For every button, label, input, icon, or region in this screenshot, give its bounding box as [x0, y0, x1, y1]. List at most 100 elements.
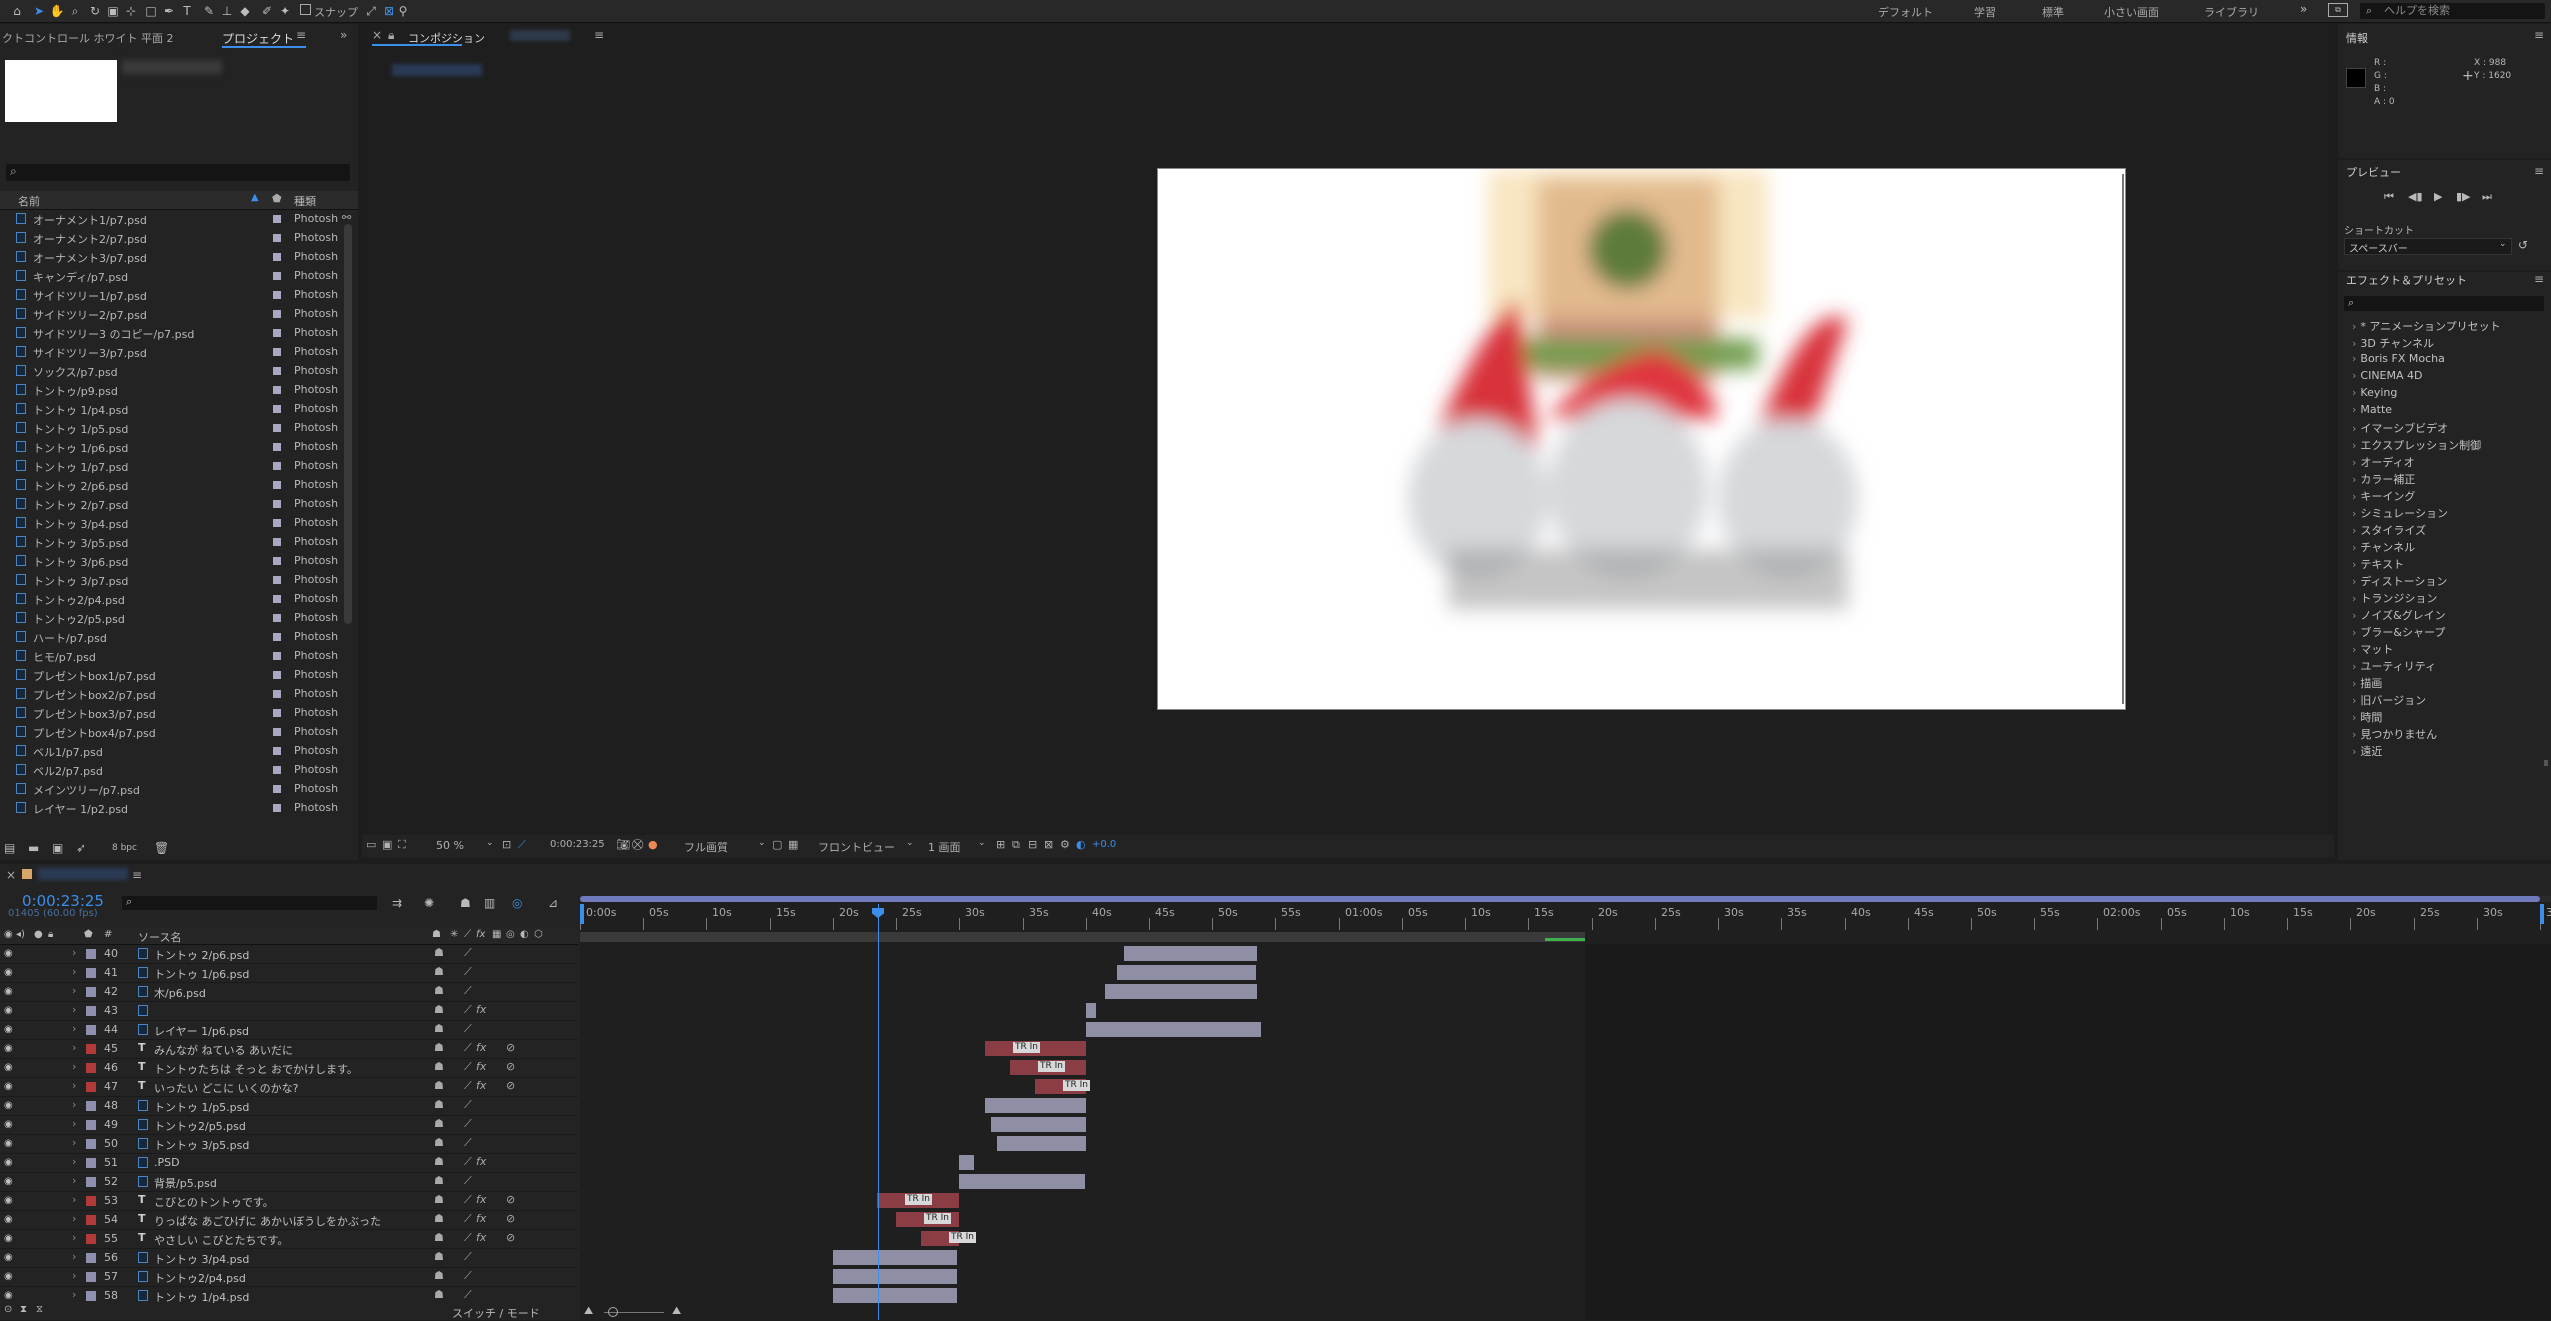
layer-label-swatch[interactable]	[86, 1044, 96, 1054]
mask-visibility-icon[interactable]: ⟋	[518, 838, 526, 852]
layer-label-swatch[interactable]	[86, 1196, 96, 1206]
motion-blur-icon[interactable]: ◎	[512, 896, 522, 910]
project-item[interactable]: サイドツリー2/p7.psd Photosh	[0, 304, 344, 323]
shy-switch-icon[interactable]: ☗	[434, 1041, 444, 1054]
effect-category[interactable]: › イマーシブビデオ	[2352, 420, 2448, 436]
text-animator-tag[interactable]: TR In	[1013, 1042, 1040, 1053]
project-item[interactable]: プレゼントbox3/p7.psd Photosh	[0, 703, 344, 722]
layer-name[interactable]: いったい どこに いくのかな?	[154, 1080, 299, 1096]
chevron-right-icon[interactable]: ›	[72, 1155, 76, 1168]
timeline-icon[interactable]: ⊟	[1028, 838, 1037, 851]
label-tag-icon[interactable]: ⬟	[272, 192, 282, 205]
fx-icon[interactable]: fx	[476, 1041, 486, 1054]
current-time-indicator[interactable]	[878, 904, 879, 1320]
quality-switch-icon[interactable]: ⟋	[464, 1155, 472, 1169]
view-select[interactable]: フロントビュー	[818, 839, 895, 855]
anchor-tool-icon[interactable]: ⊹	[122, 2, 140, 20]
draft-3d-icon[interactable]: ✺	[424, 896, 434, 910]
layer-row[interactable]: ◉ › 42 木/p6.psd ☗ ⟋	[0, 982, 578, 1002]
layer-name[interactable]: トントゥ2/p4.psd	[154, 1270, 246, 1286]
layer-row[interactable]: ◉ › 58 トントゥ 1/p4.psd ☗ ⟋	[0, 1286, 578, 1304]
project-item[interactable]: オーナメント1/p7.psd Photosh	[0, 209, 344, 228]
eye-icon[interactable]: ◉	[4, 1290, 13, 1301]
layer-name[interactable]: トントゥ 3/p4.psd	[154, 1251, 249, 1267]
frame-blend-switch-icon[interactable]: ▦	[492, 929, 501, 940]
snapshot-icon[interactable]: 📷︎	[616, 838, 630, 851]
chevron-right-icon[interactable]: ›	[72, 965, 76, 978]
exposure-icon[interactable]: ◐	[1076, 838, 1086, 851]
project-item[interactable]: オーナメント2/p7.psd Photosh	[0, 228, 344, 247]
shy-switch-icon[interactable]: ☗	[434, 1003, 444, 1016]
project-item[interactable]: ヒモ/p7.psd Photosh	[0, 646, 344, 665]
chevron-right-icon[interactable]: ›	[72, 1079, 76, 1092]
reset-icon[interactable]: ↺	[2518, 238, 2528, 252]
shy-switch-icon[interactable]: ☗	[434, 1212, 444, 1225]
effect-category[interactable]: › Matte	[2352, 403, 2392, 416]
project-item[interactable]: トントゥ2/p4.psd Photosh	[0, 589, 344, 608]
layer-row[interactable]: ◉ › 41 トントゥ 1/p6.psd ☗ ⟋	[0, 963, 578, 983]
quality-switch-icon[interactable]: ⟋	[464, 1022, 472, 1036]
eye-icon[interactable]: ◉	[4, 1005, 13, 1016]
eye-icon[interactable]: ◉	[4, 1062, 13, 1073]
chevron-right-icon[interactable]: ›	[72, 1231, 76, 1244]
shy-switch-icon[interactable]: ☗	[434, 1288, 444, 1301]
shy-icon[interactable]: ☗	[460, 896, 471, 910]
fx-icon[interactable]: fx	[476, 1060, 486, 1073]
views-layout-select[interactable]: 1 画面	[928, 839, 961, 855]
layer-row[interactable]: ◉ › 44 レイヤー 1/p6.psd ☗ ⟋	[0, 1020, 578, 1040]
puppet-pin-icon[interactable]: ✦	[276, 2, 294, 20]
zoom-out-icon[interactable]: ⛰	[584, 1304, 593, 1318]
work-area-start-handle[interactable]	[580, 904, 584, 924]
project-item[interactable]: ベル2/p7.psd Photosh	[0, 760, 344, 779]
effect-category[interactable]: › ディストーション	[2352, 573, 2447, 589]
quality-switch-icon[interactable]: ⟋	[464, 1212, 472, 1226]
quality-switch-icon[interactable]: ⟋	[464, 1231, 472, 1245]
workspace-learn[interactable]: 学習	[1974, 4, 1996, 20]
fx-icon[interactable]: fx	[476, 1212, 486, 1225]
layer-duration-bar[interactable]	[1105, 984, 1257, 999]
panel-menu-icon[interactable]: ≡	[2534, 272, 2544, 286]
snap-grid-icon[interactable]: ⊠	[380, 2, 398, 20]
eye-icon[interactable]: ◉	[4, 967, 13, 978]
quality-switch-icon[interactable]: ⟋	[464, 984, 472, 998]
rotate-tool-icon[interactable]: ↻	[86, 2, 104, 20]
layer-name[interactable]: トントゥ 2/p6.psd	[154, 947, 249, 963]
project-item[interactable]: メインツリー/p7.psd Photosh	[0, 779, 344, 798]
play-icon[interactable]: ▶	[2434, 190, 2442, 203]
effect-category[interactable]: › キーイング	[2352, 488, 2415, 504]
fx-icon[interactable]: fx	[476, 1003, 486, 1016]
vr-icon[interactable]: ⛶	[398, 838, 406, 852]
video-switch-icon[interactable]: ◉	[4, 929, 13, 940]
layer-duration-bar[interactable]	[985, 1098, 1086, 1113]
clone-stamp-icon[interactable]: ⊥	[218, 2, 236, 20]
name-column-header[interactable]: 名前	[18, 193, 40, 209]
project-search-input[interactable]: ⌕	[6, 164, 350, 181]
close-tab-icon[interactable]: ×	[372, 28, 382, 42]
effects-search-input[interactable]: ⌕	[2344, 296, 2544, 311]
stretch-icon[interactable]: ⧖	[36, 1304, 43, 1315]
eye-icon[interactable]: ◉	[4, 986, 13, 997]
project-scrollbar[interactable]	[344, 224, 352, 624]
layer-name[interactable]: こびとのトントゥです。	[154, 1194, 274, 1210]
project-item[interactable]: トントゥ 3/p7.psd Photosh	[0, 570, 344, 589]
panel-menu-icon[interactable]: ≡	[2534, 164, 2544, 178]
snap-options-icon[interactable]: ⤢	[362, 2, 380, 20]
shy-switch-icon[interactable]: ☗	[432, 929, 441, 940]
timeline-search-input[interactable]: ⌕	[122, 895, 377, 910]
viewer-timecode[interactable]: 0:00:23:25	[550, 839, 605, 850]
project-item[interactable]: トントゥ2/p5.psd Photosh	[0, 608, 344, 627]
layer-label-swatch[interactable]	[86, 968, 96, 978]
zoom-in-icon[interactable]: ⛰	[672, 1304, 681, 1318]
project-item[interactable]: サイドツリー1/p7.psd Photosh	[0, 285, 344, 304]
layer-label-swatch[interactable]	[86, 1006, 96, 1016]
effect-category[interactable]: › ノイズ&グレイン	[2352, 607, 2446, 623]
shy-switch-icon[interactable]: ☗	[434, 1117, 444, 1130]
shy-switch-icon[interactable]: ☗	[434, 1174, 444, 1187]
shy-switch-icon[interactable]: ☗	[434, 1060, 444, 1073]
shy-switch-icon[interactable]: ☗	[434, 965, 444, 978]
layer-duration-bar[interactable]	[1124, 946, 1257, 961]
motion-blur-icon[interactable]: ⊘	[506, 1231, 515, 1244]
motion-blur-icon[interactable]: ⊘	[506, 1193, 515, 1206]
hand-tool-icon[interactable]: ✋	[48, 2, 66, 20]
effect-category[interactable]: › Keying	[2352, 386, 2397, 399]
